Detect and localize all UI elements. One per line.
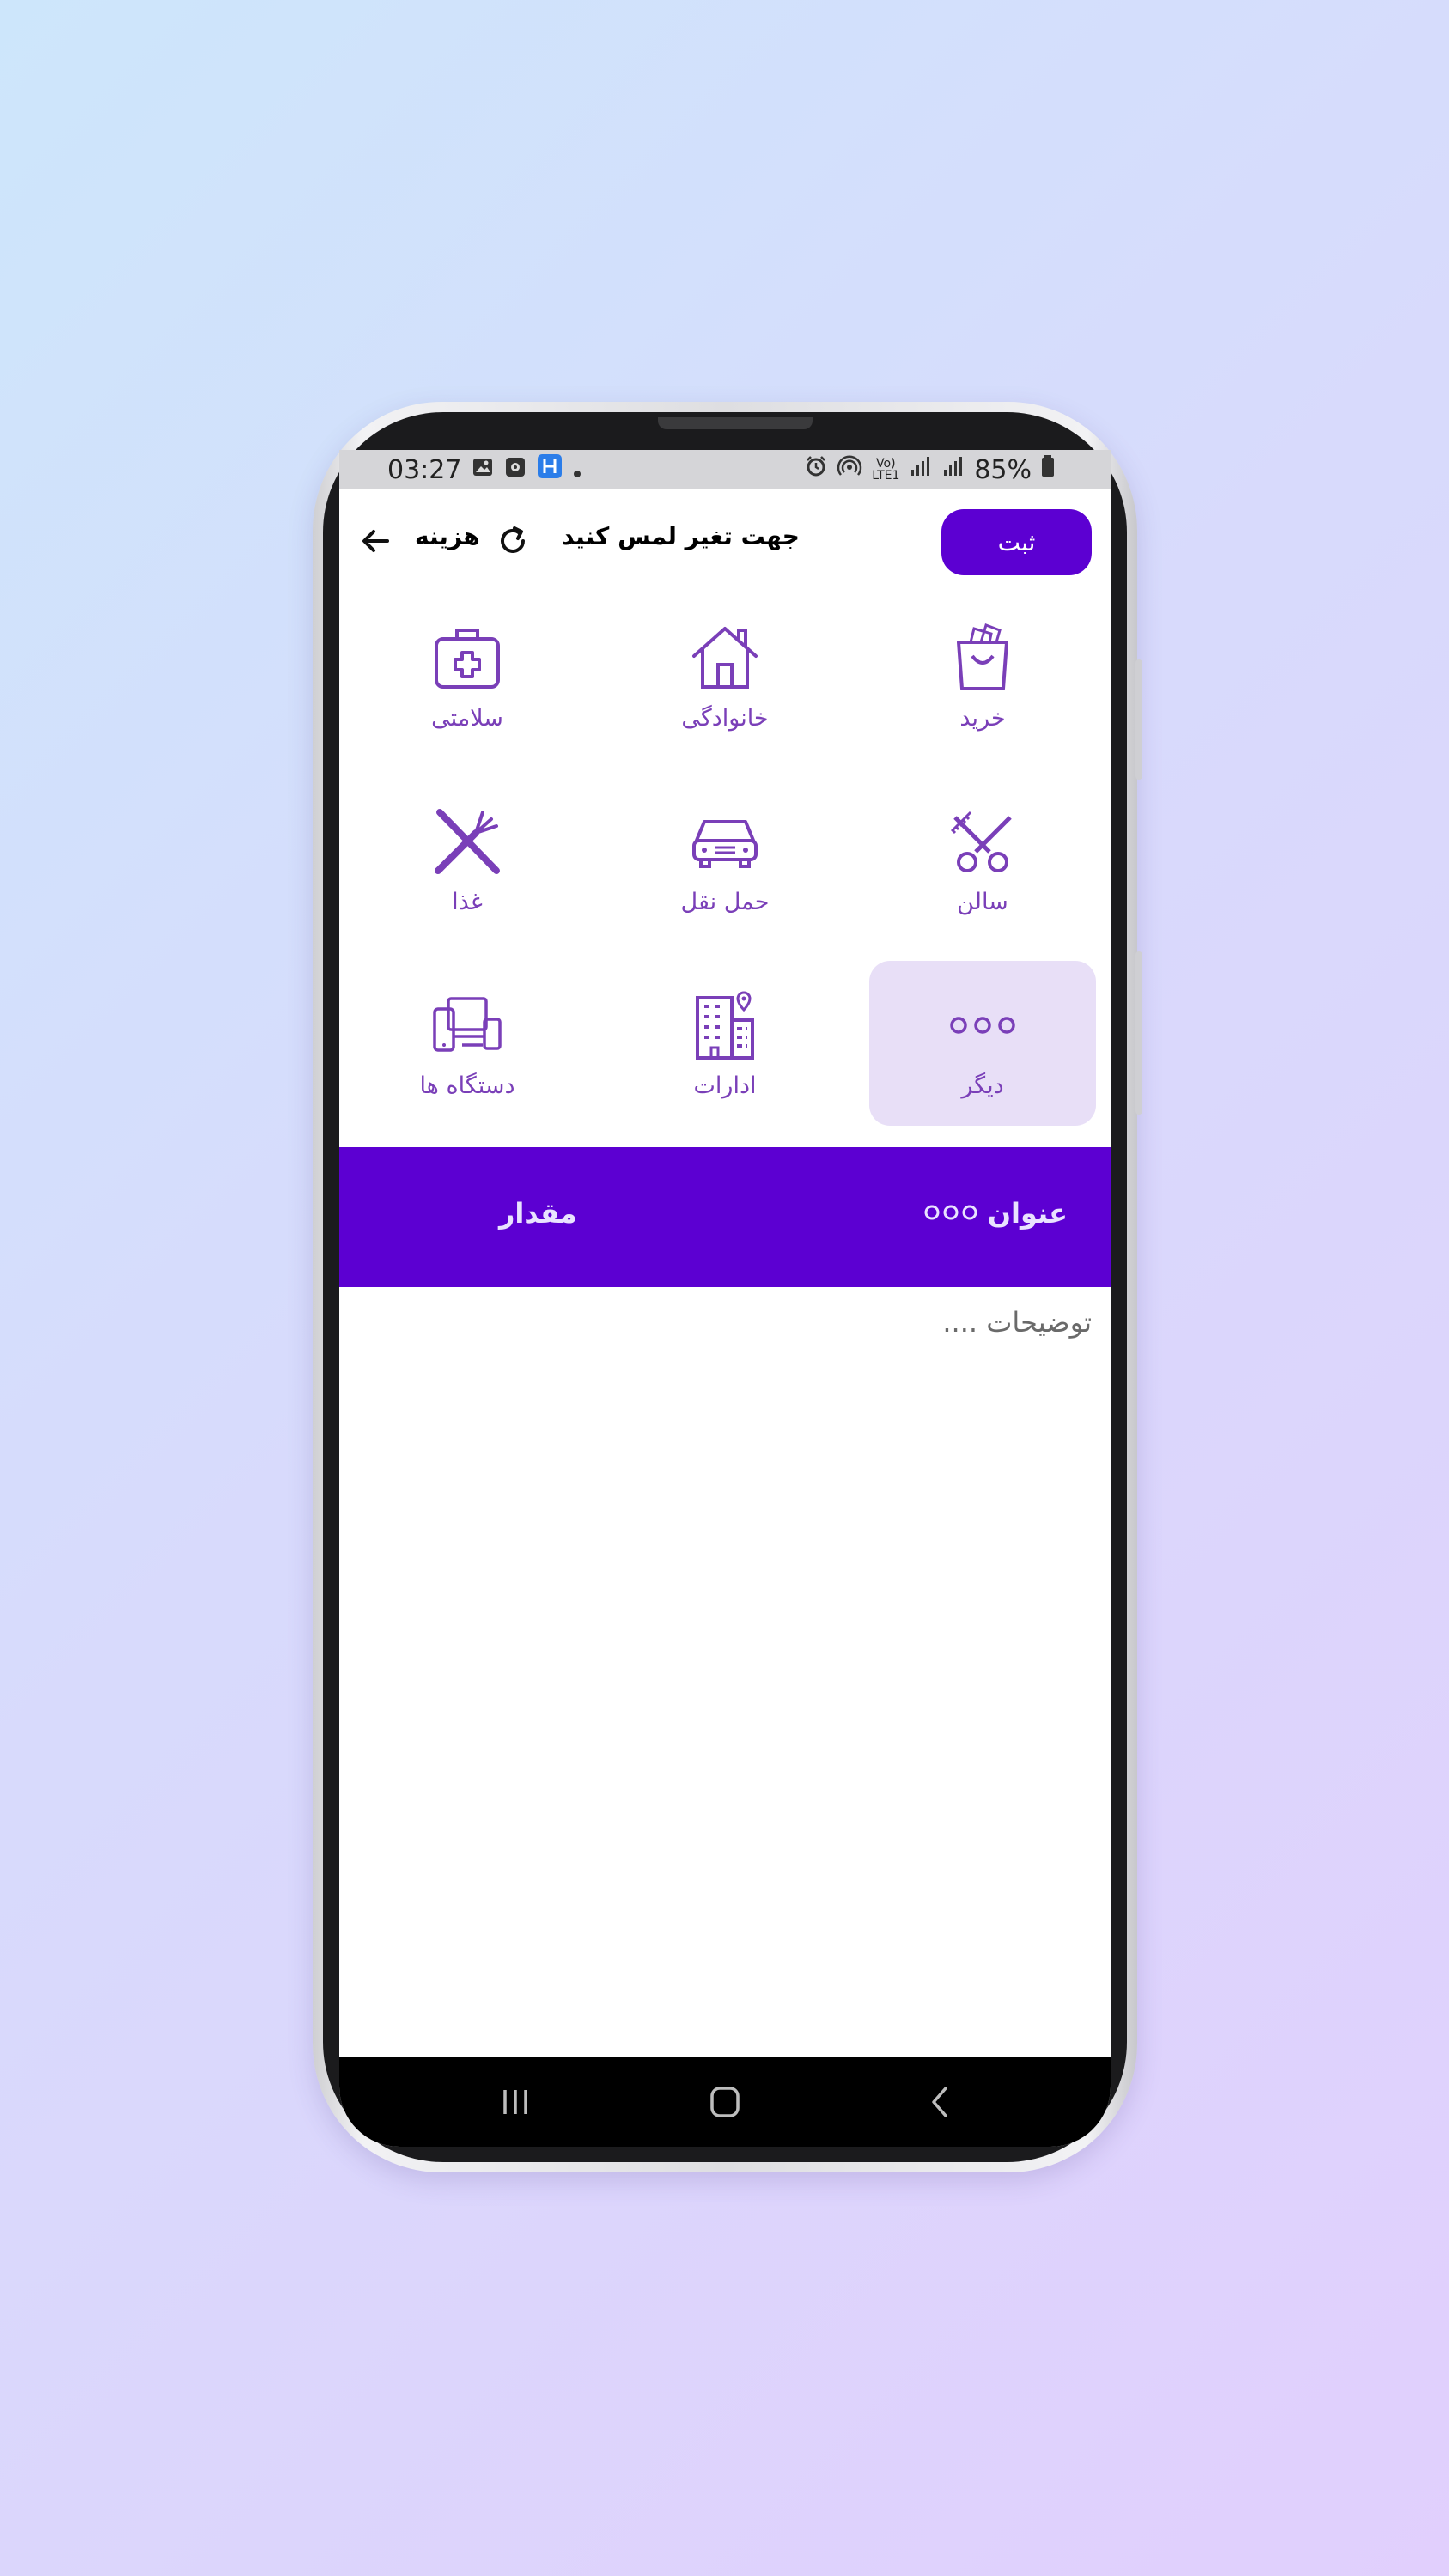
first-aid-kit-icon [429, 619, 506, 696]
category-label: خانوادگی [681, 705, 769, 732]
category-label: ادارات [693, 1072, 757, 1099]
title-field[interactable]: عنوان [922, 1197, 1068, 1230]
status-time: 03:27 [387, 454, 462, 485]
recent-apps-icon[interactable] [494, 2083, 537, 2121]
category-transport[interactable]: حمل نقل [612, 777, 838, 942]
category-label: غذا [452, 889, 483, 915]
hotspot-icon [837, 453, 862, 486]
volte-icon: Vo) LTE1 [872, 457, 900, 483]
home-icon[interactable] [703, 2083, 746, 2121]
app-screen: 03:27 Vo) LTE1 85% ثبت جهت تغیر لمس کنید… [339, 450, 1111, 2147]
house-icon [686, 619, 764, 696]
back-arrow-icon[interactable] [356, 522, 394, 560]
description-area [339, 1287, 1111, 2060]
more-dots-icon [944, 987, 1021, 1064]
more-dots-icon [922, 1197, 979, 1230]
category-family[interactable]: خانوادگی [612, 593, 838, 758]
app-h-icon [537, 453, 563, 486]
signal-icon [909, 454, 933, 485]
signal-icon-2 [941, 454, 965, 485]
battery-icon [1040, 454, 1056, 485]
shopping-bag-icon [944, 619, 1021, 696]
category-salon[interactable]: سالن [869, 777, 1096, 942]
scissors-comb-icon [944, 803, 1021, 880]
transaction-type-label[interactable]: هزینه [415, 522, 480, 550]
category-label: سالن [957, 889, 1008, 915]
status-bar: 03:27 Vo) LTE1 85% [339, 450, 1111, 489]
devices-icon [429, 987, 506, 1064]
gallery-icon [472, 455, 494, 485]
category-label: دیگر [961, 1072, 1004, 1099]
title-label: عنوان [987, 1197, 1068, 1230]
system-nav-bar [339, 2057, 1111, 2147]
category-food[interactable]: غذا [354, 777, 581, 942]
office-building-icon [686, 987, 764, 1064]
category-grid: خرید خانوادگی سلامتی سالن حمل نقل غذا دی… [339, 593, 1111, 1147]
submit-button[interactable]: ثبت [941, 509, 1092, 575]
category-label: سلامتی [431, 705, 503, 732]
toggle-hint-text[interactable]: جهت تغیر لمس کنید [562, 522, 800, 550]
category-label: دستگاه ها [419, 1072, 515, 1099]
fork-knife-icon [429, 803, 506, 880]
category-health[interactable]: سلامتی [354, 593, 581, 758]
amount-field[interactable]: مقدار [499, 1197, 577, 1230]
category-devices[interactable]: دستگاه ها [354, 961, 581, 1126]
phone-speaker [658, 417, 813, 429]
back-nav-icon[interactable] [918, 2083, 961, 2121]
car-icon [686, 803, 764, 880]
refresh-icon[interactable] [494, 522, 532, 560]
dot-icon [573, 455, 581, 485]
category-shopping[interactable]: خرید [869, 593, 1096, 758]
category-label: خرید [959, 705, 1006, 732]
category-offices[interactable]: ادارات [612, 961, 838, 1126]
category-other[interactable]: دیگر [869, 961, 1096, 1126]
battery-text: 85% [974, 454, 1032, 485]
alarm-icon [804, 454, 828, 485]
app-icon [504, 455, 527, 485]
description-input[interactable] [386, 1304, 1093, 1995]
phone-power-button [1135, 951, 1142, 1115]
phone-volume-button [1135, 659, 1142, 780]
entry-banner: عنوان مقدار [339, 1147, 1111, 1287]
category-label: حمل نقل [680, 889, 770, 915]
